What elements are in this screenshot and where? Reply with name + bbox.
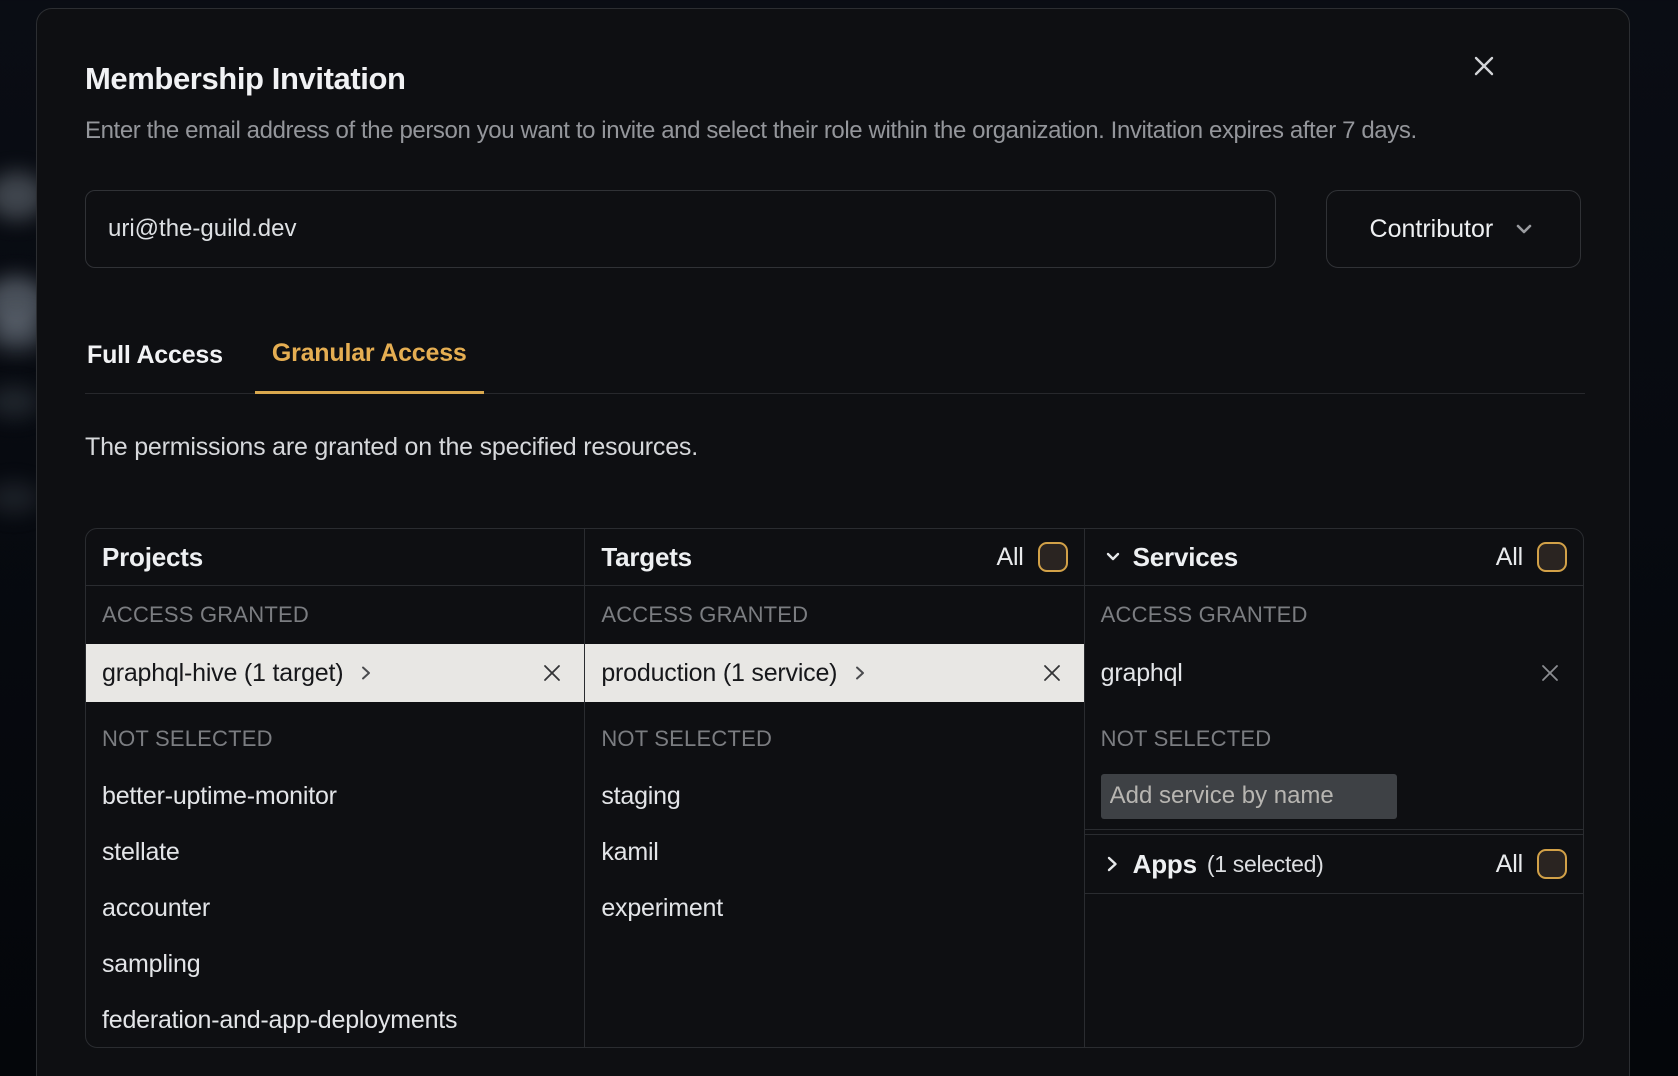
services-not-selected-label: NOT SELECTED bbox=[1085, 702, 1583, 768]
role-selected-value: Contributor bbox=[1370, 215, 1494, 244]
resource-selector-table: Projects ACCESS GRANTED graphql-hive (1 … bbox=[85, 528, 1584, 1048]
chevron-down-icon bbox=[1101, 545, 1125, 569]
selected-target-label: production (1 service) bbox=[601, 659, 837, 688]
apps-selected-count: (1 selected) bbox=[1207, 851, 1324, 878]
selected-project-label: graphql-hive (1 target) bbox=[102, 659, 343, 688]
tab-full-access[interactable]: Full Access bbox=[85, 340, 225, 393]
access-tabs: Full Access Granular Access bbox=[85, 338, 1585, 394]
services-column: Services All ACCESS GRANTED graphql bbox=[1084, 529, 1583, 1047]
select-all-targets-checkbox[interactable] bbox=[1038, 542, 1068, 572]
apps-title: Apps bbox=[1133, 849, 1197, 880]
chevron-down-icon bbox=[1511, 216, 1537, 242]
project-option[interactable]: better-uptime-monitor bbox=[86, 768, 584, 824]
membership-invitation-dialog: Membership Invitation Enter the email ad… bbox=[36, 8, 1630, 1076]
email-input[interactable] bbox=[85, 190, 1276, 268]
selected-target-row[interactable]: production (1 service) bbox=[585, 644, 1083, 702]
apps-all-label: All bbox=[1496, 850, 1523, 879]
remove-service-button[interactable] bbox=[1537, 660, 1563, 686]
projects-option-list: better-uptime-monitorstellateaccountersa… bbox=[86, 768, 584, 1048]
projects-access-granted-label: ACCESS GRANTED bbox=[86, 586, 584, 644]
remove-icon bbox=[1537, 660, 1563, 686]
targets-all-label: All bbox=[996, 543, 1023, 572]
selected-service-label: graphql bbox=[1101, 659, 1183, 688]
selected-service-row: graphql bbox=[1085, 644, 1583, 702]
project-option[interactable]: federation-and-app-deployments bbox=[86, 992, 584, 1048]
services-all-label: All bbox=[1496, 543, 1523, 572]
remove-icon bbox=[540, 661, 564, 685]
projects-column: Projects ACCESS GRANTED graphql-hive (1 … bbox=[86, 529, 584, 1047]
targets-column-header: Targets All bbox=[585, 529, 1083, 586]
role-select[interactable]: Contributor bbox=[1326, 190, 1581, 268]
services-access-granted-label: ACCESS GRANTED bbox=[1085, 586, 1583, 644]
chevron-right-icon bbox=[849, 662, 871, 684]
chevron-right-icon bbox=[355, 662, 377, 684]
projects-column-header: Projects bbox=[86, 529, 584, 586]
close-button[interactable] bbox=[1467, 49, 1501, 83]
select-all-apps-checkbox[interactable] bbox=[1537, 849, 1567, 879]
targets-not-selected-label: NOT SELECTED bbox=[585, 702, 1083, 768]
apps-section-header[interactable]: Apps (1 selected) All bbox=[1085, 834, 1583, 894]
invite-form-row: Contributor bbox=[85, 190, 1581, 268]
selected-project-row[interactable]: graphql-hive (1 target) bbox=[86, 644, 584, 702]
dialog-description: Enter the email address of the person yo… bbox=[85, 113, 1597, 148]
close-icon bbox=[1469, 51, 1499, 81]
project-option[interactable]: accounter bbox=[86, 880, 584, 936]
project-option[interactable]: sampling bbox=[86, 936, 584, 992]
targets-title: Targets bbox=[601, 542, 692, 573]
remove-icon bbox=[1040, 661, 1064, 685]
target-option[interactable]: staging bbox=[585, 768, 1083, 824]
chevron-right-icon bbox=[1101, 853, 1123, 875]
targets-access-granted-label: ACCESS GRANTED bbox=[585, 586, 1083, 644]
remove-project-button[interactable] bbox=[540, 661, 564, 685]
project-option[interactable]: stellate bbox=[86, 824, 584, 880]
dialog-title: Membership Invitation bbox=[85, 9, 1581, 99]
background-blur-artifact bbox=[0, 482, 40, 514]
tab-granular-access[interactable]: Granular Access bbox=[255, 338, 484, 394]
targets-column: Targets All ACCESS GRANTED production (1… bbox=[584, 529, 1083, 1047]
target-option[interactable]: kamil bbox=[585, 824, 1083, 880]
targets-option-list: stagingkamilexperiment bbox=[585, 768, 1083, 936]
remove-target-button[interactable] bbox=[1040, 661, 1064, 685]
add-service-input[interactable] bbox=[1101, 774, 1397, 819]
services-column-header: Services All bbox=[1085, 529, 1583, 586]
projects-title: Projects bbox=[102, 542, 203, 573]
services-collapse-toggle[interactable] bbox=[1101, 545, 1125, 569]
select-all-services-checkbox[interactable] bbox=[1537, 542, 1567, 572]
permissions-note: The permissions are granted on the speci… bbox=[85, 430, 1581, 464]
projects-not-selected-label: NOT SELECTED bbox=[86, 702, 584, 768]
target-option[interactable]: experiment bbox=[585, 880, 1083, 936]
background-blur-artifact bbox=[0, 386, 40, 418]
services-content-section: ACCESS GRANTED graphql NOT SELECTED bbox=[1085, 586, 1583, 830]
services-title: Services bbox=[1133, 542, 1238, 573]
